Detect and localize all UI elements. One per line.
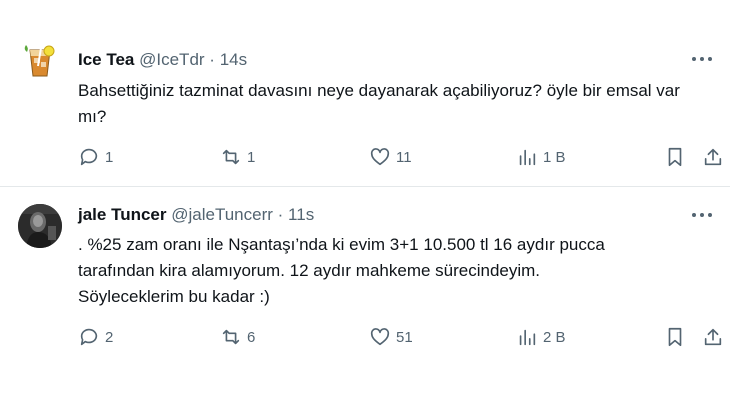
reply-button[interactable]: 1 — [78, 145, 113, 169]
reply-count: 1 — [105, 148, 114, 166]
iced-tea-glass-icon — [18, 38, 62, 82]
views-button[interactable]: 1 B — [516, 145, 566, 169]
like-button[interactable]: 51 — [369, 325, 413, 349]
repost-count: 6 — [247, 328, 256, 346]
share-button[interactable] — [702, 325, 724, 349]
more-options-icon[interactable] — [692, 56, 712, 62]
tweet-2[interactable]: jale Tuncer @jaleTuncerr · 11s . %25 zam… — [0, 187, 730, 420]
like-count: 11 — [396, 148, 412, 166]
avatar[interactable] — [18, 204, 62, 248]
avatar[interactable] — [18, 38, 62, 82]
profile-photo — [18, 204, 62, 248]
user-handle[interactable]: @jaleTuncerr — [171, 205, 273, 224]
timestamp[interactable]: 11s — [288, 205, 314, 224]
tweet-header: Ice Tea @IceTdr · 14s — [78, 49, 247, 71]
tweet-1[interactable]: Ice Tea @IceTdr · 14s Bahsettiğiniz tazm… — [0, 0, 730, 186]
action-bar: 1 1 11 1 B — [78, 145, 722, 169]
tweet-header: jale Tuncer @jaleTuncerr · 11s — [78, 204, 314, 226]
bookmark-icon — [668, 327, 682, 347]
view-count: 2 B — [543, 328, 566, 346]
heart-icon — [370, 328, 390, 346]
repost-count: 1 — [247, 148, 256, 166]
repost-icon — [222, 149, 240, 165]
bookmark-button[interactable] — [664, 145, 686, 169]
tweet-text: Bahsettiğiniz tazminat davasını neye day… — [78, 81, 680, 126]
timestamp[interactable]: 14s — [220, 50, 247, 69]
repost-button[interactable]: 1 — [220, 145, 255, 169]
analytics-icon — [519, 329, 536, 346]
bookmark-button[interactable] — [664, 325, 686, 349]
reply-button[interactable]: 2 — [78, 325, 113, 349]
more-options-icon[interactable] — [692, 212, 712, 218]
heart-icon — [370, 148, 390, 166]
separator: · — [277, 205, 284, 224]
repost-button[interactable]: 6 — [220, 325, 255, 349]
views-button[interactable]: 2 B — [516, 325, 566, 349]
repost-icon — [222, 329, 240, 345]
bookmark-icon — [668, 147, 682, 167]
display-name[interactable]: Ice Tea — [78, 50, 134, 69]
reply-icon — [80, 328, 98, 346]
separator: · — [209, 50, 215, 69]
view-count: 1 B — [543, 148, 566, 166]
share-icon — [704, 328, 722, 346]
tweet-text: . %25 zam oranı ile Nşantaşı’nda ki evim… — [78, 235, 605, 306]
like-button[interactable]: 11 — [369, 145, 412, 169]
action-bar: 2 6 51 2 B — [78, 325, 722, 349]
analytics-icon — [519, 149, 536, 166]
reply-count: 2 — [105, 328, 114, 346]
like-count: 51 — [396, 328, 413, 346]
reply-icon — [80, 148, 98, 166]
user-handle[interactable]: @IceTdr — [139, 50, 204, 69]
display-name[interactable]: jale Tuncer — [78, 205, 167, 224]
share-button[interactable] — [702, 145, 724, 169]
share-icon — [704, 148, 722, 166]
